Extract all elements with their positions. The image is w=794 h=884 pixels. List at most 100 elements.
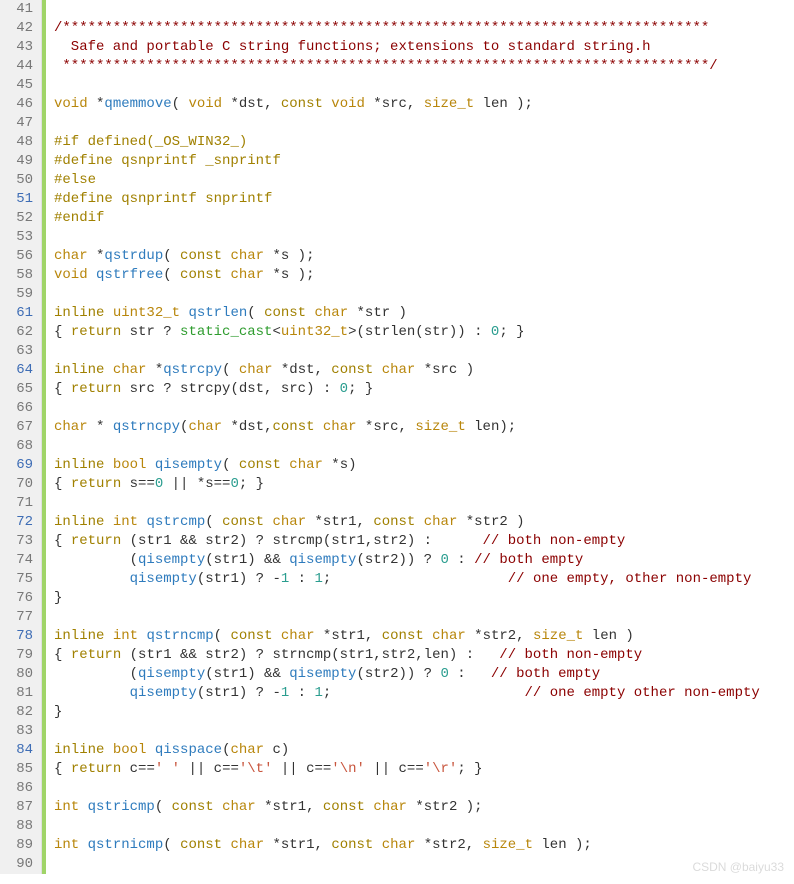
- token: }: [54, 704, 62, 720]
- token: s==: [121, 476, 155, 492]
- code-line[interactable]: #if defined(_OS_WIN32_): [54, 133, 760, 152]
- code-line[interactable]: #else: [54, 171, 760, 190]
- code-line[interactable]: inline int qstrncmp( const char *str1, c…: [54, 627, 760, 646]
- code-line[interactable]: inline int qstrcmp( const char *str1, co…: [54, 513, 760, 532]
- token: size_t: [483, 837, 533, 853]
- line-number: 43: [8, 38, 35, 57]
- token: [79, 837, 87, 853]
- code-line[interactable]: qisempty(str1) ? -1 : 1; // one empty ot…: [54, 684, 760, 703]
- code-line[interactable]: [54, 437, 760, 456]
- token: {: [54, 533, 71, 549]
- code-line[interactable]: [54, 76, 760, 95]
- token: (: [54, 666, 138, 682]
- code-line[interactable]: { return s==0 || *s==0; }: [54, 475, 760, 494]
- code-content[interactable]: /***************************************…: [46, 0, 760, 874]
- code-line[interactable]: [54, 228, 760, 247]
- token: [373, 837, 381, 853]
- code-line[interactable]: /***************************************…: [54, 19, 760, 38]
- code-line[interactable]: inline uint32_t qstrlen( const char *str…: [54, 304, 760, 323]
- code-line[interactable]: }: [54, 703, 760, 722]
- line-number: 52: [8, 209, 35, 228]
- token: (str1) ? -: [197, 685, 281, 701]
- code-line[interactable]: { return (str1 && str2) ? strcmp(str1,st…: [54, 532, 760, 551]
- code-line[interactable]: { return src ? strcpy(dst, src) : 0; }: [54, 380, 760, 399]
- code-line[interactable]: { return str ? static_cast<uint32_t>(str…: [54, 323, 760, 342]
- line-number: 58: [8, 266, 35, 285]
- code-line[interactable]: (qisempty(str1) && qisempty(str2)) ? 0 :…: [54, 665, 760, 684]
- token: return: [71, 381, 121, 397]
- line-number: 48: [8, 133, 35, 152]
- token: len );: [533, 837, 592, 853]
- token: 0: [340, 381, 348, 397]
- code-line[interactable]: inline bool qisspace(char c): [54, 741, 760, 760]
- token: qstrncmp: [146, 628, 213, 644]
- token: *str1,: [256, 799, 323, 815]
- code-line[interactable]: [54, 0, 760, 19]
- code-line[interactable]: qisempty(str1) ? -1 : 1; // one empty, o…: [54, 570, 760, 589]
- token: bool: [113, 742, 147, 758]
- token: [54, 685, 130, 701]
- code-line[interactable]: [54, 342, 760, 361]
- token: qisempty: [130, 571, 197, 587]
- token: :: [289, 571, 314, 587]
- token: char: [273, 514, 307, 530]
- code-line[interactable]: [54, 114, 760, 133]
- code-line[interactable]: [54, 608, 760, 627]
- token: char: [323, 419, 357, 435]
- token: qsnprintf _snprintf: [113, 153, 281, 169]
- code-line[interactable]: char *qstrdup( const char *s );: [54, 247, 760, 266]
- code-line[interactable]: inline char *qstrcpy( char *dst, const c…: [54, 361, 760, 380]
- code-line[interactable]: (qisempty(str1) && qisempty(str2)) ? 0 :…: [54, 551, 760, 570]
- token: inline: [54, 362, 104, 378]
- token: inline: [54, 628, 104, 644]
- token: (str1) ? -: [197, 571, 281, 587]
- code-line[interactable]: { return (str1 && str2) ? strncmp(str1,s…: [54, 646, 760, 665]
- code-line[interactable]: int qstrnicmp( const char *str1, const c…: [54, 836, 760, 855]
- code-line[interactable]: #define qsnprintf _snprintf: [54, 152, 760, 171]
- token: {: [54, 647, 71, 663]
- token: return: [71, 761, 121, 777]
- code-line[interactable]: int qstricmp( const char *str1, const ch…: [54, 798, 760, 817]
- code-line[interactable]: #endif: [54, 209, 760, 228]
- token: {: [54, 476, 71, 492]
- line-number: 69: [8, 456, 35, 475]
- code-line[interactable]: [54, 722, 760, 741]
- line-number: 89: [8, 836, 35, 855]
- token: ' ': [155, 761, 180, 777]
- code-line[interactable]: [54, 399, 760, 418]
- code-line[interactable]: ****************************************…: [54, 57, 760, 76]
- token: (str1 && str2) ? strncmp(str1,str2,len) …: [121, 647, 499, 663]
- token: [373, 362, 381, 378]
- line-number: 80: [8, 665, 35, 684]
- line-number: 67: [8, 418, 35, 437]
- token: *s): [323, 457, 357, 473]
- token: '\r': [424, 761, 458, 777]
- token: (str2)) ?: [356, 552, 440, 568]
- code-line[interactable]: [54, 494, 760, 513]
- token: char: [382, 362, 416, 378]
- token: (: [163, 267, 180, 283]
- code-line[interactable]: [54, 779, 760, 798]
- code-line[interactable]: inline bool qisempty( const char *s): [54, 456, 760, 475]
- code-line[interactable]: char * qstrncpy(char *dst,const char *sr…: [54, 418, 760, 437]
- code-line[interactable]: [54, 817, 760, 836]
- code-line[interactable]: [54, 855, 760, 874]
- code-line[interactable]: #define qsnprintf snprintf: [54, 190, 760, 209]
- token: {: [54, 761, 71, 777]
- token: const: [331, 837, 373, 853]
- token: len ): [583, 628, 633, 644]
- token: [264, 514, 272, 530]
- code-line[interactable]: }: [54, 589, 760, 608]
- token: const: [264, 305, 306, 321]
- token: *str1,: [306, 514, 373, 530]
- token: inline: [54, 742, 104, 758]
- code-line[interactable]: void *qmemmove( void *dst, const void *s…: [54, 95, 760, 114]
- token: ; }: [457, 761, 482, 777]
- token: [273, 628, 281, 644]
- code-line[interactable]: void qstrfree( const char *s );: [54, 266, 760, 285]
- token: [214, 799, 222, 815]
- code-line[interactable]: Safe and portable C string functions; ex…: [54, 38, 760, 57]
- code-line[interactable]: [54, 285, 760, 304]
- code-line[interactable]: { return c==' ' || c=='\t' || c=='\n' ||…: [54, 760, 760, 779]
- line-number: 56: [8, 247, 35, 266]
